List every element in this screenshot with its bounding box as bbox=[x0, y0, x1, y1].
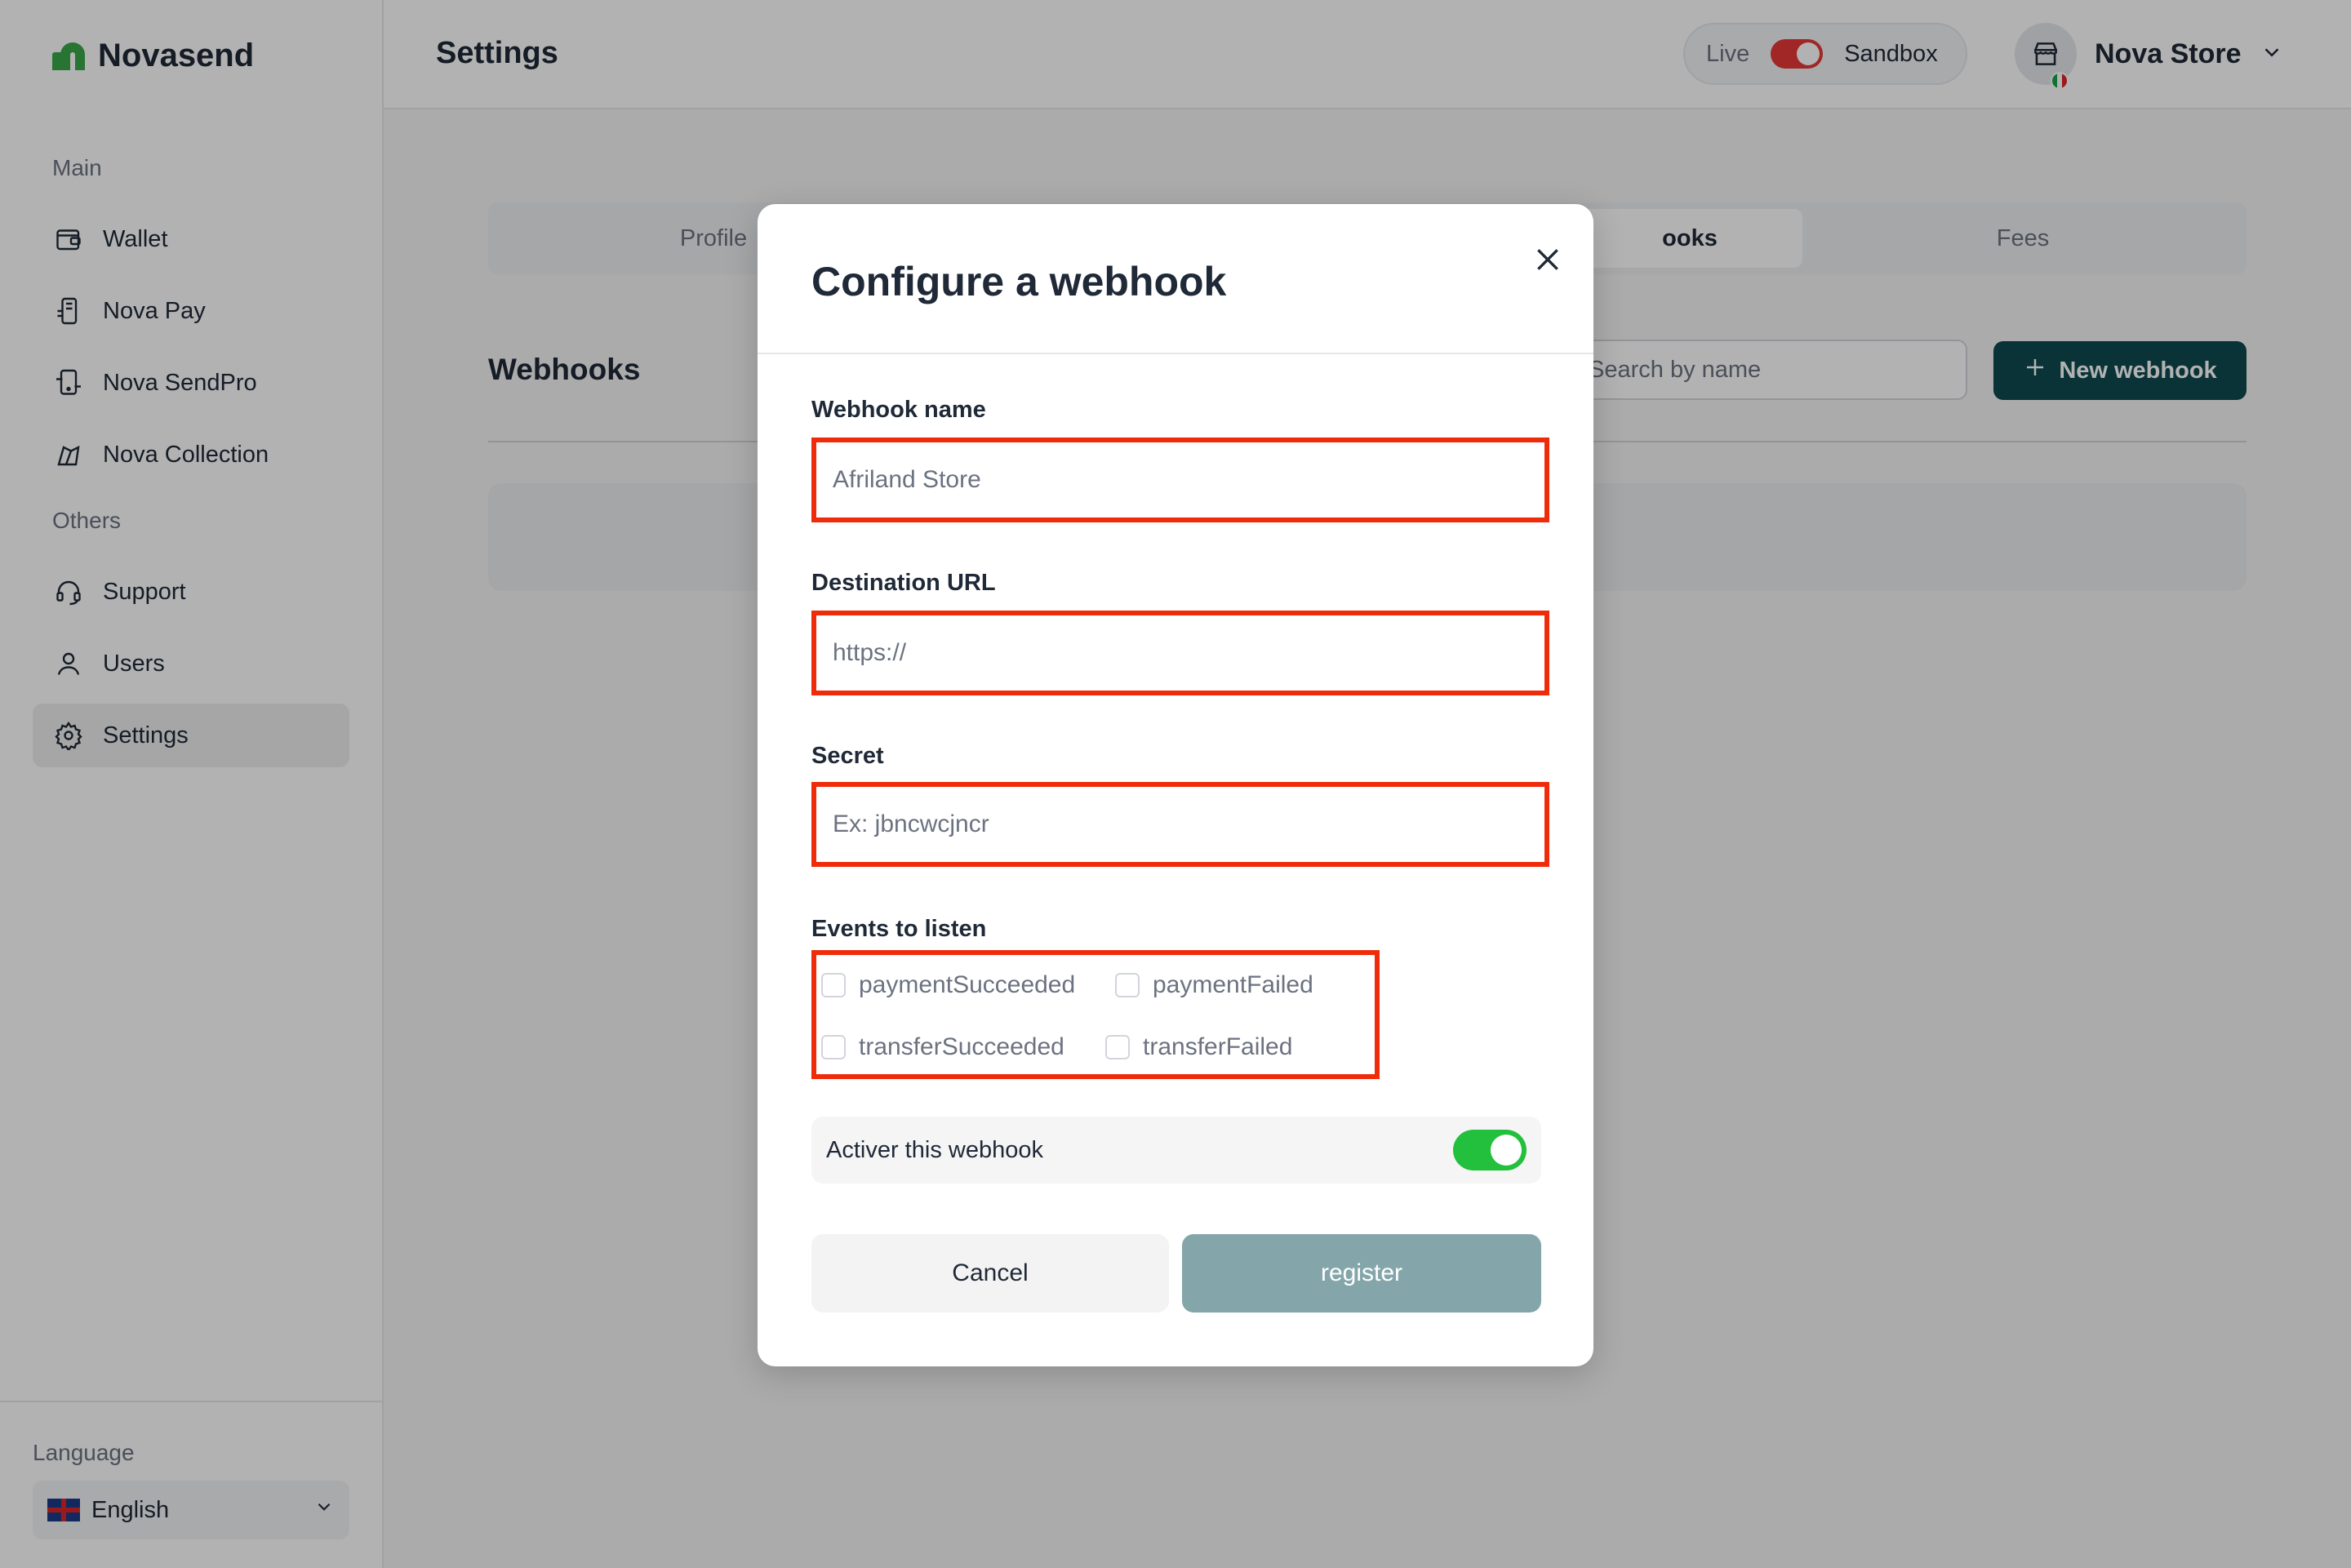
activate-webhook-label: Activer this webhook bbox=[826, 1136, 1043, 1163]
activate-webhook-row: Activer this webhook bbox=[811, 1117, 1541, 1184]
event-payment-succeeded[interactable]: paymentSucceeded bbox=[821, 971, 1075, 999]
secret-label: Secret bbox=[811, 743, 884, 769]
register-button[interactable]: register bbox=[1182, 1234, 1541, 1313]
webhook-name-input[interactable] bbox=[816, 442, 1544, 517]
checkbox[interactable] bbox=[1115, 973, 1140, 997]
events-group: paymentSucceeded paymentFailed transferS… bbox=[811, 950, 1380, 1079]
destination-url-label: Destination URL bbox=[811, 570, 996, 596]
secret-field-box bbox=[811, 782, 1549, 867]
event-label: transferFailed bbox=[1143, 1033, 1293, 1060]
close-button[interactable] bbox=[1525, 237, 1571, 282]
destination-url-input[interactable] bbox=[816, 615, 1544, 691]
activate-webhook-toggle[interactable] bbox=[1453, 1130, 1527, 1170]
event-transfer-failed[interactable]: transferFailed bbox=[1105, 1033, 1292, 1061]
modal-divider bbox=[758, 353, 1593, 354]
event-label: paymentSucceeded bbox=[859, 971, 1076, 998]
close-icon bbox=[1537, 249, 1558, 270]
webhook-name-field-box bbox=[811, 438, 1549, 522]
webhook-name-label: Webhook name bbox=[811, 397, 986, 423]
checkbox[interactable] bbox=[1105, 1035, 1130, 1059]
event-transfer-succeeded[interactable]: transferSucceeded bbox=[821, 1033, 1064, 1061]
destination-url-field-box bbox=[811, 611, 1549, 695]
modal-title: Configure a webhook bbox=[811, 259, 1227, 304]
event-label: transferSucceeded bbox=[859, 1033, 1064, 1060]
event-label: paymentFailed bbox=[1153, 971, 1313, 998]
cancel-button[interactable]: Cancel bbox=[811, 1234, 1169, 1313]
configure-webhook-modal: Configure a webhook Webhook name Destina… bbox=[758, 204, 1593, 1366]
checkbox[interactable] bbox=[821, 1035, 846, 1059]
events-label: Events to listen bbox=[811, 916, 987, 942]
checkbox[interactable] bbox=[821, 973, 846, 997]
secret-input[interactable] bbox=[816, 787, 1544, 862]
event-payment-failed[interactable]: paymentFailed bbox=[1115, 971, 1313, 999]
